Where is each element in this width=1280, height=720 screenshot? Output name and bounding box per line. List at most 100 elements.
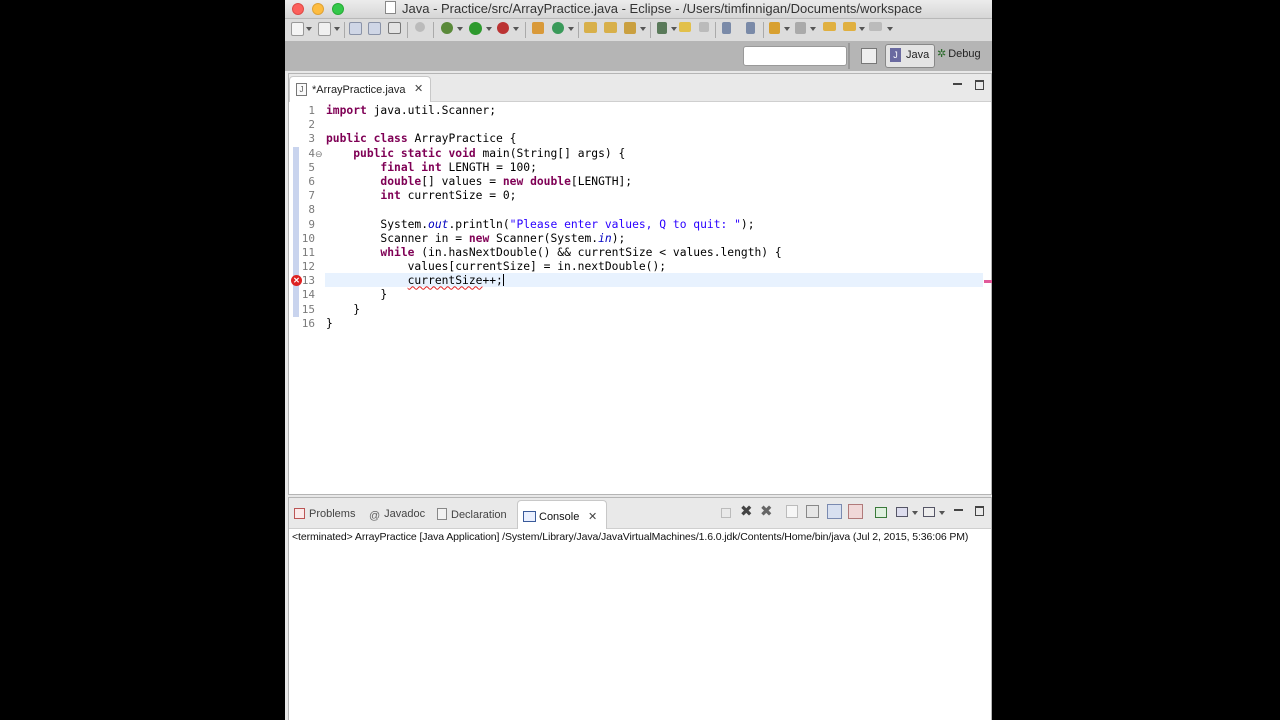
show-on-stderr-icon[interactable] <box>848 504 863 519</box>
code-text-span: [LENGTH]; <box>570 174 633 188</box>
string-literal: "Please enter values, Q to quit: " <box>509 217 741 231</box>
new-class-dropdown-icon[interactable] <box>568 27 574 31</box>
open-console-icon[interactable] <box>923 507 935 517</box>
tab-declaration[interactable]: Declaration <box>437 508 507 521</box>
toolbar-separator <box>407 22 408 38</box>
code-text-span: ArrayPractice { <box>407 132 517 146</box>
static-field: in <box>598 231 612 245</box>
java-perspective-button[interactable]: J Java <box>885 44 935 68</box>
open-perspective-button[interactable] <box>861 48 877 64</box>
clear-console-icon[interactable] <box>786 505 798 518</box>
line-number: 16 <box>301 316 315 330</box>
block-selection-icon[interactable] <box>722 22 731 34</box>
open-task-icon[interactable] <box>604 22 617 33</box>
console-icon <box>523 511 536 522</box>
close-console-tab-icon[interactable]: ✕ <box>588 510 597 523</box>
pilcrow-icon[interactable] <box>746 22 755 34</box>
prev-annotation-dropdown-icon[interactable] <box>810 27 816 31</box>
debug-perspective-button[interactable]: ✲ Debug <box>937 47 981 60</box>
back-dropdown-icon[interactable] <box>859 27 865 31</box>
line-number: 12 <box>301 260 315 274</box>
search-icon[interactable] <box>624 22 636 34</box>
code-text[interactable]: import java.util.Scanner; public class A… <box>326 104 782 331</box>
line-number: 10 <box>301 231 315 245</box>
show-whitespace-icon[interactable] <box>699 22 709 32</box>
keyword: double <box>380 174 422 188</box>
maximize-editor-icon[interactable] <box>975 80 984 90</box>
open-console-dropdown-icon[interactable] <box>939 511 945 515</box>
terminate-icon[interactable] <box>721 508 731 518</box>
keyword: double <box>530 174 571 188</box>
run-dropdown-icon[interactable] <box>486 27 492 31</box>
code-text-span: currentSize = 0; <box>400 189 517 203</box>
new-java-package-icon[interactable] <box>532 22 544 34</box>
forward-icon[interactable] <box>869 22 882 31</box>
new-file-icon[interactable] <box>318 22 331 36</box>
error-marker-icon[interactable]: ✕ <box>291 275 302 286</box>
scroll-lock-icon[interactable] <box>806 505 819 518</box>
external-tools-icon[interactable] <box>497 22 509 34</box>
code-text-span: main(String[] args) { <box>475 146 626 160</box>
run-icon[interactable] <box>469 22 482 35</box>
zoom-window-button[interactable] <box>332 3 344 15</box>
new-file-dropdown-icon[interactable] <box>334 27 340 31</box>
forward-dropdown-icon[interactable] <box>887 27 893 31</box>
back-history-icon[interactable] <box>843 22 856 31</box>
editor-tab-arraypractice[interactable]: J *ArrayPractice.java ✕ <box>289 76 431 102</box>
save-all-icon[interactable] <box>368 22 381 35</box>
code-line-12: values[currentSize] = in.nextDouble(); <box>326 260 782 274</box>
keyword: public <box>353 146 395 160</box>
display-console-dropdown-icon[interactable] <box>912 511 918 515</box>
java-perspective-label: Java <box>906 49 930 61</box>
overview-ruler-error-mark[interactable] <box>984 280 992 283</box>
close-tab-icon[interactable]: ✕ <box>414 82 423 95</box>
open-type-icon[interactable] <box>584 22 597 33</box>
tab-console[interactable]: Console ✕ <box>517 500 607 529</box>
code-line-7: int currentSize = 0; <box>326 189 782 203</box>
maximize-console-icon[interactable] <box>975 506 984 516</box>
skip-breakpoints-icon[interactable] <box>415 22 425 32</box>
prev-annotation-icon[interactable] <box>795 22 806 34</box>
print-icon[interactable] <box>388 22 401 34</box>
pin-console-icon[interactable] <box>875 507 887 518</box>
new-java-class-icon[interactable] <box>552 22 564 34</box>
bottom-panel-tab-bar: Problems @ Javadoc Declaration Console ✕ … <box>289 498 991 529</box>
static-field: out <box>428 217 449 231</box>
new-icon[interactable] <box>291 22 304 36</box>
tab-javadoc[interactable]: @ Javadoc <box>369 508 425 522</box>
open-perspective-icon[interactable] <box>657 22 667 34</box>
display-console-icon[interactable] <box>896 507 908 517</box>
new-dropdown-icon[interactable] <box>306 27 312 31</box>
minimize-console-icon[interactable] <box>954 509 963 511</box>
minimize-window-button[interactable] <box>312 3 324 15</box>
code-area[interactable]: 1 2 3 4 5 6 7 8 9 10 11 12 13 14 15 16 ⊖… <box>289 102 992 494</box>
external-tools-dropdown-icon[interactable] <box>513 27 519 31</box>
next-annotation-icon[interactable] <box>769 22 780 34</box>
line-number: 6 <box>308 174 315 188</box>
title-bar: Java - Practice/src/ArrayPractice.java -… <box>285 0 992 19</box>
minimize-editor-icon[interactable] <box>953 83 962 85</box>
code-line-15: } <box>326 302 361 316</box>
perspective-dropdown-icon[interactable] <box>671 27 677 31</box>
save-icon[interactable] <box>349 22 362 35</box>
remove-launch-icon[interactable]: ✖ <box>740 502 754 520</box>
fold-collapse-icon[interactable]: ⊖ <box>315 149 323 160</box>
console-process-status: <terminated> ArrayPractice [Java Applica… <box>292 531 969 543</box>
remove-all-launches-icon[interactable]: ✖ <box>760 502 774 520</box>
quick-access-input[interactable] <box>743 46 847 66</box>
back-icon[interactable] <box>823 22 836 31</box>
debug-icon[interactable] <box>441 22 453 34</box>
show-on-stdout-icon[interactable] <box>827 504 842 519</box>
next-annotation-dropdown-icon[interactable] <box>784 27 790 31</box>
toolbar-separator <box>650 22 651 38</box>
code-line-13: currentSize++; <box>326 274 782 288</box>
code-text-span: java.util.Scanner; <box>366 104 497 117</box>
search-dropdown-icon[interactable] <box>640 27 646 31</box>
debug-dropdown-icon[interactable] <box>457 27 463 31</box>
close-window-button[interactable] <box>292 3 304 15</box>
annotation-icon[interactable] <box>679 22 691 32</box>
tab-problems[interactable]: Problems <box>294 508 355 520</box>
